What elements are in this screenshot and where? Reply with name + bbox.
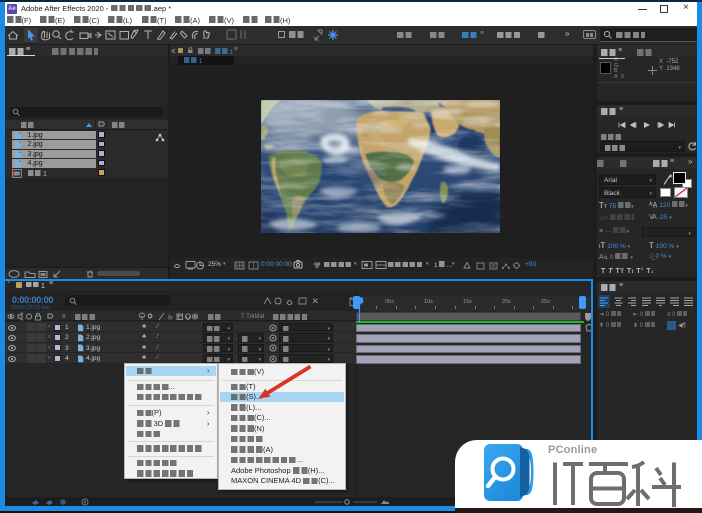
svg-text:fx: fx xyxy=(168,316,174,322)
